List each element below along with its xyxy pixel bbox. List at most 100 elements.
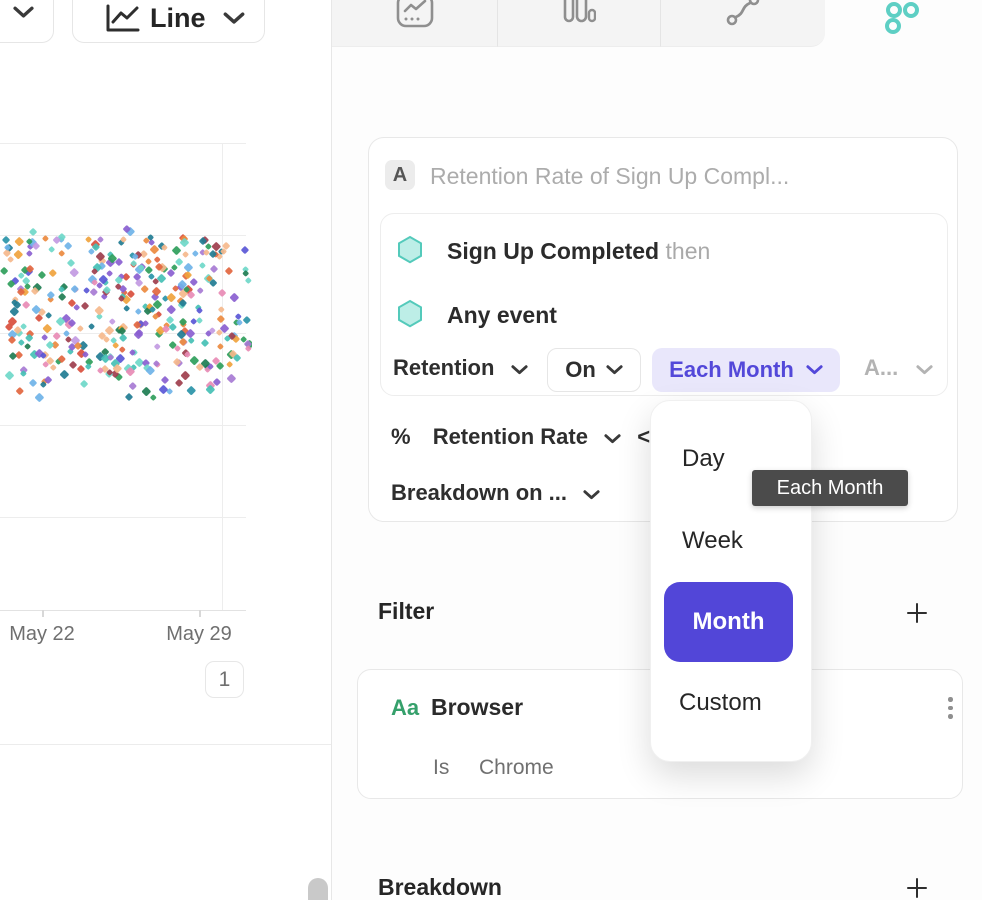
scatter-point — [67, 258, 75, 266]
scatter-point — [70, 285, 78, 293]
scatter-point — [217, 315, 225, 323]
scatter-point — [128, 381, 136, 389]
scatter-point — [2, 235, 11, 244]
scatter-point — [90, 288, 98, 296]
tab-dots-grid[interactable] — [825, 0, 982, 47]
scrollbar-thumb[interactable] — [308, 878, 328, 900]
scatter-point — [189, 278, 197, 286]
scatter-point — [45, 311, 52, 318]
truncated-label: A... — [864, 355, 898, 380]
event-hexagon-icon — [395, 299, 425, 331]
scatter-point — [242, 270, 250, 278]
event-row-1[interactable]: Sign Up Completed then — [447, 238, 710, 265]
scatter-point — [166, 305, 175, 314]
query-panel: A Retention Rate of Sign Up Compl... Sig… — [332, 0, 982, 900]
add-breakdown-button[interactable] — [904, 875, 930, 900]
chart-options-button[interactable] — [0, 0, 54, 43]
percent-icon: % — [391, 424, 411, 449]
scatter-point — [125, 393, 133, 401]
scatter-point — [123, 305, 131, 313]
scatter-point — [8, 336, 16, 344]
scatter-point — [64, 241, 73, 250]
scatter-point — [241, 246, 249, 254]
scatter-point — [20, 370, 27, 377]
plus-icon — [905, 601, 929, 625]
chart-type-label: Line — [150, 3, 206, 34]
scatter-point — [192, 250, 199, 257]
scatter-point — [197, 287, 203, 293]
filter-operator[interactable]: Is — [433, 756, 449, 780]
scatter-point — [146, 366, 155, 375]
scatter-point — [154, 343, 160, 349]
scatter-point — [24, 343, 31, 350]
event-row-2[interactable]: Any event — [447, 302, 557, 329]
tab-chart-preview[interactable] — [332, 0, 498, 47]
scatter-point — [60, 369, 70, 379]
tab-bar-chart[interactable] — [498, 0, 661, 47]
breakdown-on-dropdown[interactable]: Breakdown on ... — [391, 480, 600, 506]
scatter-point — [142, 387, 151, 396]
flow-icon — [724, 0, 762, 28]
truncated-dropdown[interactable]: A... — [864, 355, 933, 381]
chevron-down-icon — [511, 365, 528, 375]
scatter-point — [29, 379, 38, 388]
bar-chart-icon — [562, 0, 596, 29]
filter-value[interactable]: Chrome — [479, 756, 554, 780]
scatter-point — [73, 304, 81, 312]
retention-dropdown[interactable]: Retention — [393, 355, 528, 381]
scatter-point — [42, 235, 49, 242]
scatter-point — [182, 251, 189, 258]
scatter-point — [109, 318, 115, 324]
filter-menu-button[interactable] — [948, 697, 953, 719]
scatter-point — [43, 323, 52, 332]
scatter-point — [135, 308, 142, 315]
menu-item-custom[interactable]: Custom — [679, 689, 762, 717]
scatter-point — [218, 306, 224, 312]
scatter-point — [77, 325, 84, 332]
period-dropdown[interactable]: Each Month — [652, 348, 840, 392]
measure-row[interactable]: % Retention Rate < — [391, 424, 650, 450]
chevron-down-icon — [583, 490, 600, 500]
scatter-point — [26, 250, 33, 257]
scatter-point — [48, 246, 55, 253]
scatter-point — [22, 300, 31, 309]
scatter-point — [179, 298, 187, 306]
scatter-point — [57, 286, 64, 293]
scatter-point — [14, 237, 23, 246]
scatter-point — [227, 373, 237, 383]
scatter-layer — [0, 210, 252, 405]
scatter-point — [245, 277, 252, 284]
query-title[interactable]: Retention Rate of Sign Up Compl... — [430, 163, 789, 190]
scatter-point — [225, 360, 232, 367]
scatter-point — [184, 262, 194, 272]
menu-item-week[interactable]: Week — [682, 527, 743, 555]
menu-item-day[interactable]: Day — [682, 445, 725, 473]
period-menu: Day Week Month Custom — [650, 400, 812, 762]
add-filter-button[interactable] — [904, 600, 930, 626]
scatter-point — [186, 329, 196, 339]
tab-flow[interactable] — [661, 0, 825, 47]
chevron-down-icon — [13, 6, 34, 19]
on-label: On — [565, 357, 596, 383]
breakdown-on-label: Breakdown on ... — [391, 480, 567, 505]
scatter-point — [181, 371, 190, 380]
scatter-point — [161, 244, 168, 251]
scatter-point — [65, 336, 72, 343]
on-dropdown[interactable]: On — [547, 348, 641, 392]
text-property-icon: Aa — [391, 695, 419, 721]
chevron-down-icon — [916, 365, 933, 375]
event-hexagon-icon — [395, 235, 425, 267]
chart-type-button[interactable]: Line — [72, 0, 265, 43]
event-name: Sign Up Completed — [447, 238, 659, 264]
pagination-page-1[interactable]: 1 — [205, 661, 244, 698]
scatter-point — [58, 292, 67, 301]
period-tooltip: Each Month — [752, 470, 908, 506]
scatter-point — [140, 285, 148, 293]
filter-property[interactable]: Browser — [431, 694, 523, 721]
scatter-point — [38, 270, 46, 278]
scatter-point — [77, 365, 85, 373]
scatter-point — [154, 256, 160, 262]
scatter-point — [35, 392, 45, 402]
menu-item-month[interactable]: Month — [664, 582, 793, 662]
scatter-point — [179, 338, 188, 347]
